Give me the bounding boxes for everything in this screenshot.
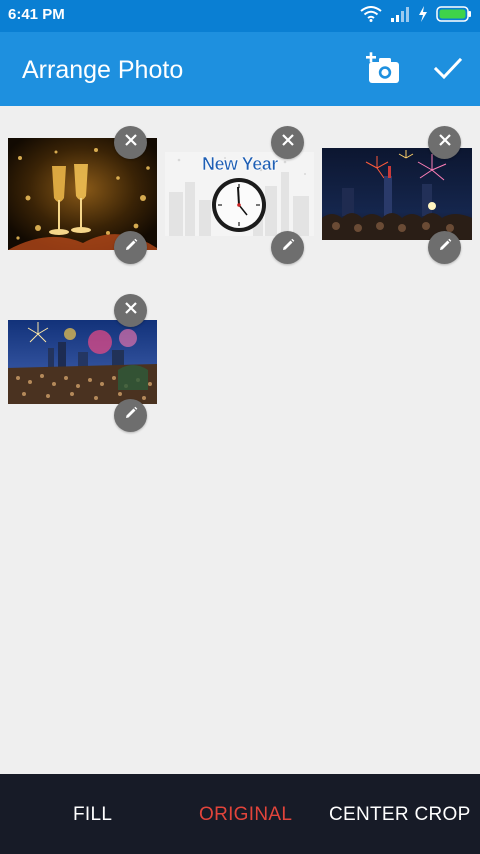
check-icon [432,57,464,88]
edit-photo-button[interactable] [114,399,147,432]
status-icons [360,5,472,27]
mode-original-button[interactable]: ORIGINAL [199,804,292,826]
app-bar: Arrange Photo [0,32,480,106]
close-icon [124,133,138,152]
edit-photo-button[interactable] [271,231,304,264]
close-icon [438,133,452,152]
edit-photo-button[interactable] [428,231,461,264]
pencil-icon [281,238,295,257]
remove-photo-button[interactable] [114,126,147,159]
mode-center-crop-button[interactable]: CENTER CROP [329,804,471,826]
pencil-icon [124,238,138,257]
photo-tile[interactable] [322,126,472,266]
scale-mode-bar: FILL ORIGINAL CENTER CROP [0,774,480,854]
photo-tile[interactable] [8,294,158,434]
mode-fill-button[interactable]: FILL [73,804,112,826]
photo-new-year-clock[interactable]: New Year [165,152,314,236]
close-icon [281,133,295,152]
pencil-icon [438,238,452,257]
remove-photo-button[interactable] [271,126,304,159]
signal-icon [390,6,410,27]
confirm-button[interactable] [432,54,464,84]
edit-photo-button[interactable] [114,231,147,264]
new-year-caption: New Year [202,154,279,175]
photo-tile[interactable] [8,126,158,266]
status-bar: 6:41 PM [0,0,480,32]
page-title: Arrange Photo [22,56,184,84]
photo-tile[interactable]: New Year [165,126,315,266]
charging-icon [418,5,428,27]
close-icon [124,301,138,320]
photo-crowd-fireworks[interactable] [8,320,157,404]
pencil-icon [124,406,138,425]
remove-photo-button[interactable] [428,126,461,159]
wifi-icon [360,5,382,27]
status-time: 6:41 PM [8,6,65,23]
add-photo-icon [366,52,402,90]
battery-icon [436,5,472,27]
add-photo-button[interactable] [366,52,402,86]
remove-photo-button[interactable] [114,294,147,327]
photo-city-fireworks-night[interactable] [322,148,472,240]
